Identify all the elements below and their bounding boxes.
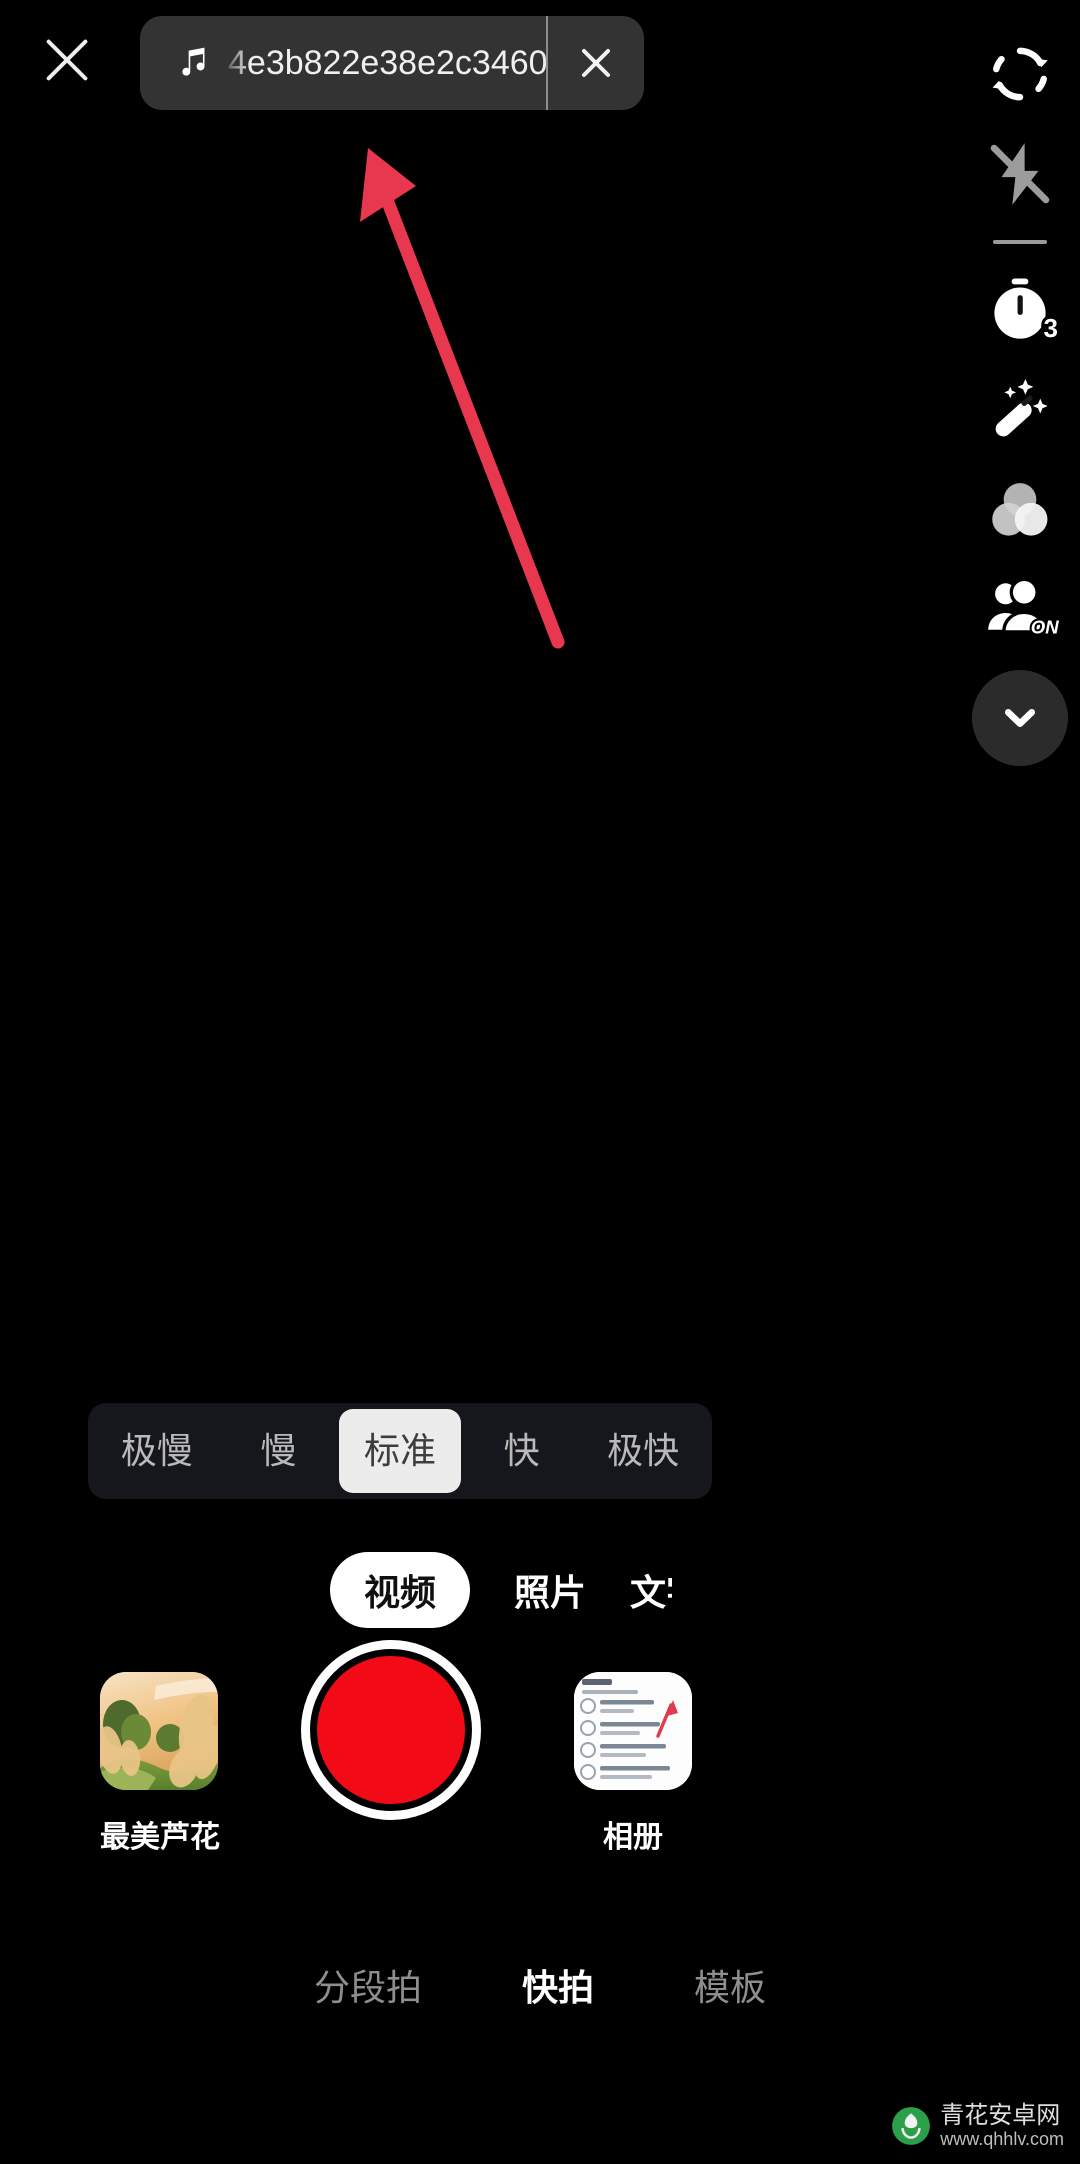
tab-text[interactable]: 文字: [630, 1564, 672, 1616]
clear-music-button[interactable]: [548, 16, 644, 110]
watermark-name: 青花安卓网: [940, 2101, 1061, 2129]
filters-icon: [992, 483, 1048, 536]
flip-camera-icon: [992, 47, 1048, 101]
beautify-button[interactable]: [960, 360, 1080, 460]
timer-badge: 3: [1040, 310, 1061, 346]
album-shortcut[interactable]: 相册: [574, 1672, 692, 1856]
flash-off-icon: [990, 143, 1050, 205]
effect-label: 最美芦花: [100, 1821, 220, 1854]
effect-thumbnail[interactable]: [100, 1672, 218, 1790]
effect-shortcut[interactable]: 最美芦花: [100, 1672, 220, 1856]
speed-selector[interactable]: 极慢 慢 标准 快 极快: [88, 1403, 712, 1499]
flash-toggle-button[interactable]: [960, 124, 1080, 224]
speed-option-4[interactable]: 极快: [582, 1403, 704, 1499]
speed-option-0[interactable]: 极慢: [96, 1403, 218, 1499]
album-thumbnail[interactable]: [574, 1672, 692, 1790]
duet-people-button[interactable]: ON: [960, 560, 1080, 660]
rail-divider: [960, 224, 1080, 260]
tab-video[interactable]: 视频: [330, 1552, 471, 1628]
clear-music-icon: [578, 45, 614, 81]
music-title: 4e3b822e38e2c34604: [228, 43, 546, 82]
tab-photo[interactable]: 照片: [514, 1564, 586, 1616]
flip-camera-button[interactable]: [960, 24, 1080, 124]
annotation-arrow: [360, 148, 565, 649]
speed-option-1[interactable]: 慢: [218, 1403, 340, 1499]
speed-option-3[interactable]: 快: [461, 1403, 583, 1499]
bottom-nav: 分段拍 快拍 模板: [0, 1940, 1080, 2030]
music-selector[interactable]: 4e3b822e38e2c34604: [140, 16, 644, 110]
record-button[interactable]: [301, 1640, 481, 1820]
effect-thumbnail-image: [100, 1672, 218, 1790]
top-bar: 4e3b822e38e2c34604: [0, 0, 1080, 124]
speed-option-2[interactable]: 标准: [339, 1409, 461, 1493]
capture-mode-tabs: 视频 照片 文字: [330, 1552, 750, 1628]
timer-button[interactable]: 3: [960, 260, 1080, 360]
chevron-down-icon: [1004, 709, 1036, 727]
watermark-url: www.qhhlv.com: [940, 2129, 1064, 2150]
bottom-nav-item-quick[interactable]: 快拍: [522, 1959, 594, 2011]
beautify-wand-icon: [995, 378, 1048, 437]
watermark-logo-icon: [892, 2106, 931, 2145]
close-icon[interactable]: [36, 30, 96, 90]
album-label: 相册: [603, 1821, 663, 1854]
expand-tools-button[interactable]: [972, 670, 1068, 766]
album-thumbnail-image: [574, 1672, 692, 1790]
filters-button[interactable]: [960, 460, 1080, 560]
capture-row: 最美芦花 相册: [0, 1640, 1080, 1912]
people-on-icon: ON: [988, 577, 1059, 640]
bottom-nav-item-segment[interactable]: 分段拍: [314, 1959, 422, 2011]
watermark: 青花安卓网 www.qhhlv.com: [890, 2102, 1064, 2150]
record-button-inner: [317, 1656, 465, 1804]
music-title-area[interactable]: 4e3b822e38e2c34604: [140, 43, 546, 83]
svg-text:ON: ON: [1031, 617, 1059, 638]
right-tool-rail: 3 ON: [960, 24, 1080, 766]
camera-screen: 4e3b822e38e2c34604 3 ON 极慢 慢 标准 快 极快 视频 …: [0, 0, 1080, 2164]
bottom-nav-item-template[interactable]: 模板: [694, 1959, 766, 2011]
music-note-icon: [182, 47, 205, 76]
